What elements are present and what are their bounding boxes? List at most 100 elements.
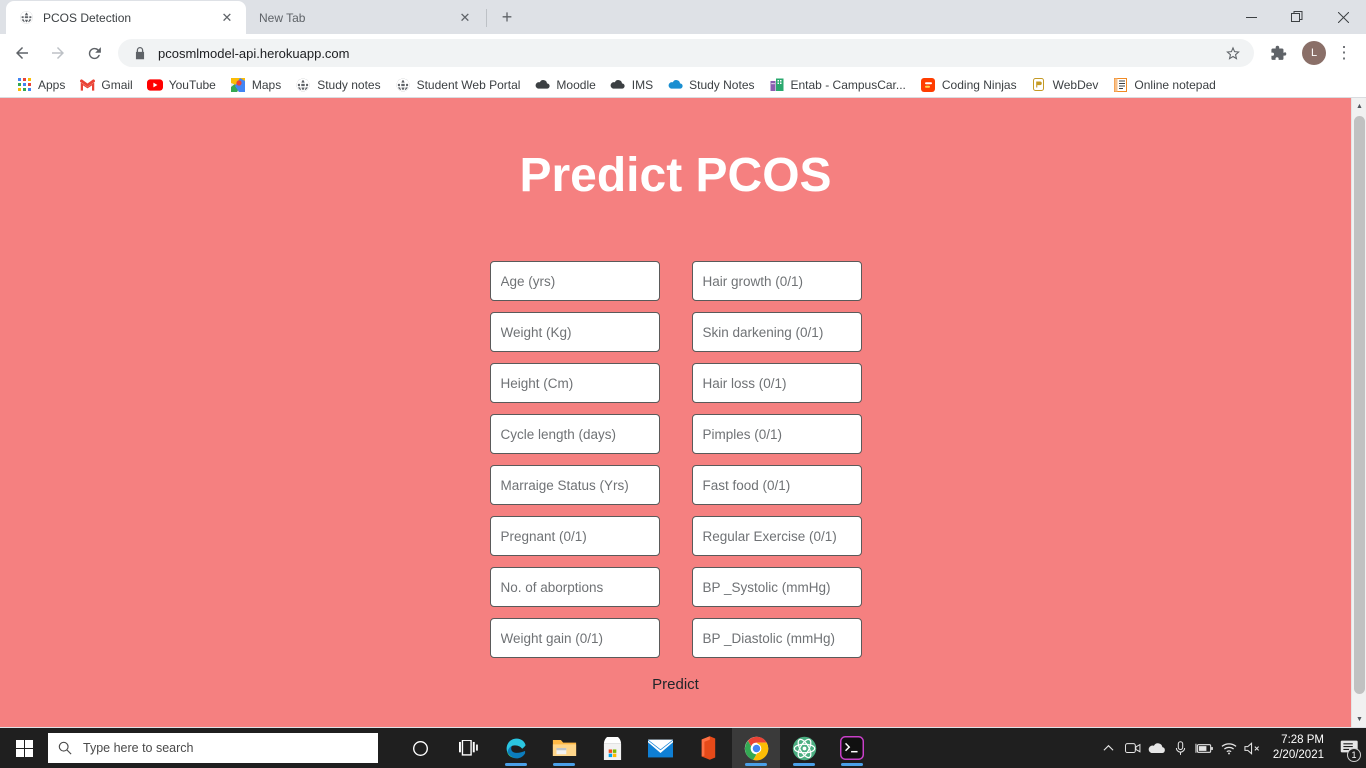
bookmark-online-notepad[interactable]: Online notepad (1106, 74, 1221, 96)
bookmark-webdev[interactable]: WebDev (1025, 74, 1105, 96)
scrollbar-thumb[interactable] (1354, 116, 1365, 694)
predict-button[interactable]: Predict (652, 676, 699, 693)
google-chrome-icon[interactable] (732, 728, 780, 768)
taskbar-app-icons (396, 728, 876, 768)
tab-pcos-detection[interactable]: PCOS Detection ✕ (6, 1, 246, 34)
bookmark-ims[interactable]: IMS (604, 74, 659, 96)
task-view-icon[interactable] (444, 728, 492, 768)
cloud-icon (534, 77, 550, 93)
page-viewport: Predict PCOS Age (yrs) Weight (Kg) Heigh… (0, 98, 1366, 727)
browser-menu-icon[interactable]: ⋮ (1330, 39, 1358, 67)
back-button[interactable] (7, 38, 37, 68)
input-bp-systolic[interactable] (691, 567, 862, 607)
address-bar[interactable]: pcosmlmodel-api.herokuapp.com (118, 39, 1254, 67)
taskbar-clock[interactable]: 7:28 PM 2/20/2021 (1265, 733, 1334, 763)
reload-button[interactable] (79, 38, 109, 68)
tab-separator (486, 9, 487, 27)
search-icon (58, 741, 72, 755)
input-height[interactable] (489, 363, 660, 403)
extensions-puzzle-icon[interactable] (1264, 39, 1292, 67)
volume-muted-icon[interactable] (1241, 728, 1265, 768)
onedrive-icon[interactable] (1145, 728, 1169, 768)
input-age[interactable] (489, 261, 660, 301)
bookmark-moodle[interactable]: Moodle (528, 74, 601, 96)
bookmark-gmail[interactable]: Gmail (73, 74, 138, 96)
globe-icon (295, 77, 311, 93)
webdev-icon (1031, 77, 1047, 93)
url-text: pcosmlmodel-api.herokuapp.com (158, 45, 350, 61)
cloud-blue-icon (667, 77, 683, 93)
input-regular-exercise[interactable] (691, 516, 862, 556)
meet-now-icon[interactable] (1121, 728, 1145, 768)
input-hair-loss[interactable] (691, 363, 862, 403)
start-button[interactable] (0, 728, 48, 768)
microsoft-edge-icon[interactable] (492, 728, 540, 768)
bookmark-label: Coding Ninjas (941, 77, 1017, 92)
tab-close-icon[interactable]: ✕ (456, 9, 474, 27)
input-weight[interactable] (489, 312, 660, 352)
tab-new-tab[interactable]: New Tab ✕ (246, 1, 484, 34)
profile-avatar[interactable]: L (1302, 41, 1326, 65)
scroll-down-arrow-icon[interactable]: ▼ (1352, 711, 1366, 727)
bookmark-label: Gmail (101, 77, 133, 92)
bookmark-youtube[interactable]: YouTube (141, 74, 222, 96)
browser-window: PCOS Detection ✕ New Tab ✕ + pcosmlmodel… (0, 0, 1366, 728)
forward-button[interactable] (43, 38, 73, 68)
maximize-button[interactable] (1274, 0, 1320, 34)
bookmark-label: Moodle (556, 77, 596, 92)
bookmark-label: Student Web Portal (416, 77, 521, 92)
cortana-circle-icon[interactable] (396, 728, 444, 768)
bookmark-star-icon[interactable] (1220, 40, 1246, 66)
input-bp-diastolic[interactable] (691, 618, 862, 658)
terminal-icon[interactable] (828, 728, 876, 768)
input-abortions[interactable] (489, 567, 660, 607)
input-fast-food[interactable] (691, 465, 862, 505)
predict-row: Predict (0, 676, 1351, 694)
microsoft-store-icon[interactable] (588, 728, 636, 768)
pcos-prediction-form (489, 261, 862, 669)
microsoft-office-icon[interactable] (684, 728, 732, 768)
new-tab-button[interactable]: + (493, 3, 521, 31)
cloud-icon (610, 77, 626, 93)
input-hair-growth[interactable] (691, 261, 862, 301)
input-pregnant[interactable] (489, 516, 660, 556)
bookmark-label: Online notepad (1134, 77, 1216, 92)
bookmark-student-web-portal[interactable]: Student Web Portal (389, 74, 527, 96)
bookmark-label: IMS (631, 77, 654, 92)
taskbar-search-placeholder: Type here to search (83, 741, 194, 755)
globe-icon (18, 10, 34, 26)
input-weight-gain[interactable] (489, 618, 660, 658)
bookmark-coding-ninjas[interactable]: Coding Ninjas (914, 74, 1023, 96)
bookmark-study-notes-2[interactable]: Study Notes (661, 74, 760, 96)
input-pimples[interactable] (691, 414, 862, 454)
input-marriage-status[interactable] (489, 465, 660, 505)
notification-center-button[interactable]: 1 (1334, 728, 1364, 768)
bookmark-study-notes[interactable]: Study notes (289, 74, 386, 96)
bookmark-label: Study notes (317, 77, 381, 92)
page-scrollbar[interactable]: ▲ ▼ (1351, 98, 1366, 727)
file-explorer-icon[interactable] (540, 728, 588, 768)
bookmark-maps[interactable]: Maps (224, 74, 287, 96)
bookmark-entab-campuscare[interactable]: Entab - CampusCar... (763, 74, 912, 96)
microphone-icon[interactable] (1169, 728, 1193, 768)
scroll-up-arrow-icon[interactable]: ▲ (1352, 98, 1366, 114)
input-skin-darkening[interactable] (691, 312, 862, 352)
windows-taskbar: Type here to search 7:28 PM 2/20/2021 1 (0, 728, 1366, 768)
show-hidden-icons-chevron-icon[interactable] (1097, 728, 1121, 768)
input-cycle-length[interactable] (489, 414, 660, 454)
battery-icon[interactable] (1193, 728, 1217, 768)
close-window-button[interactable] (1320, 0, 1366, 34)
atom-editor-icon[interactable] (780, 728, 828, 768)
bookmark-apps[interactable]: Apps (10, 74, 71, 96)
mail-icon[interactable] (636, 728, 684, 768)
clock-date: 2/20/2021 (1272, 749, 1324, 761)
form-column-left (489, 261, 660, 669)
minimize-button[interactable] (1228, 0, 1274, 34)
windows-logo-icon (15, 739, 33, 757)
wifi-icon[interactable] (1217, 728, 1241, 768)
taskbar-search-box[interactable]: Type here to search (48, 733, 378, 763)
system-tray: 7:28 PM 2/20/2021 1 (1097, 728, 1366, 768)
tab-close-icon[interactable]: ✕ (218, 9, 236, 27)
apps-grid-icon (16, 77, 32, 93)
bookmark-label: WebDev (1052, 77, 1099, 92)
